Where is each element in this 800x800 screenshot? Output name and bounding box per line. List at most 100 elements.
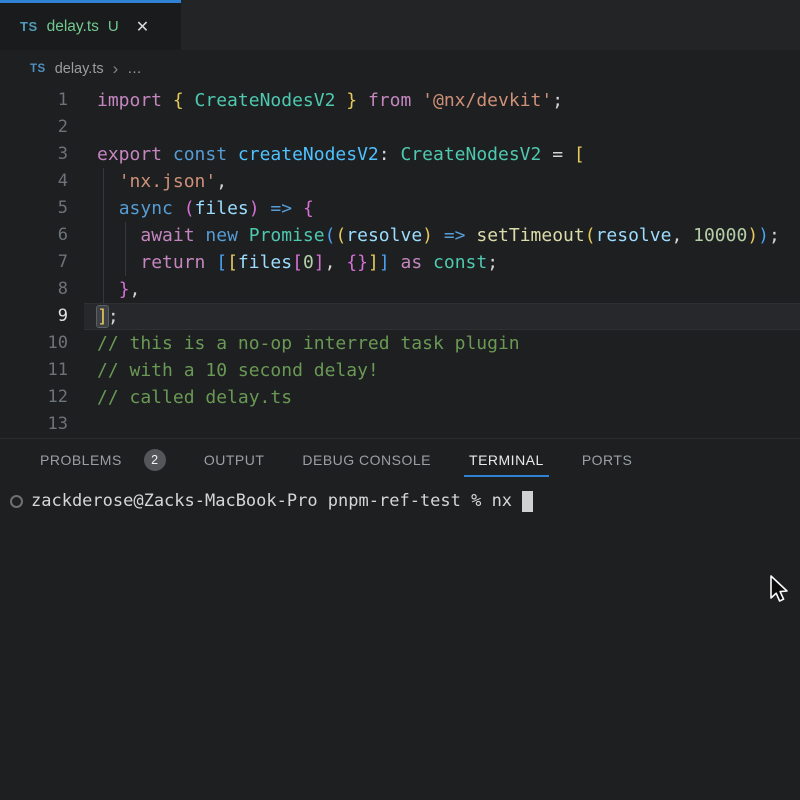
line-number: 8 bbox=[0, 276, 68, 303]
line-number: 6 bbox=[0, 222, 68, 249]
code-token: Promise bbox=[249, 225, 325, 246]
code-line-content: export const createNodesV2: CreateNodesV… bbox=[84, 141, 800, 168]
code-token: // called delay.ts bbox=[97, 387, 292, 408]
code-line[interactable]: 1import { CreateNodesV2 } from '@nx/devk… bbox=[0, 87, 800, 114]
code-token: from bbox=[357, 90, 422, 111]
code-token: ; bbox=[487, 252, 498, 273]
panel-tab-ports[interactable]: PORTS bbox=[582, 439, 632, 481]
line-number: 3 bbox=[0, 141, 68, 168]
code-token: const bbox=[173, 144, 238, 165]
panel-tab-problems[interactable]: PROBLEMS 2 bbox=[40, 439, 166, 481]
code-token: {} bbox=[346, 252, 368, 273]
code-token: resolve bbox=[346, 225, 422, 246]
code-token bbox=[97, 198, 119, 219]
indent-guide bbox=[103, 249, 104, 276]
code-token: ) bbox=[422, 225, 433, 246]
command-decoration-icon bbox=[10, 495, 23, 508]
code-editor[interactable]: 1import { CreateNodesV2 } from '@nx/devk… bbox=[0, 87, 800, 438]
code-line-content: ]; bbox=[84, 303, 800, 330]
code-token: ] bbox=[379, 252, 390, 273]
code-token: , bbox=[216, 171, 227, 192]
code-token: , bbox=[325, 252, 347, 273]
mouse-cursor bbox=[765, 574, 789, 604]
close-tab-icon[interactable]: ✕ bbox=[136, 17, 149, 37]
code-token: ; bbox=[108, 306, 119, 327]
code-token: [ bbox=[292, 252, 303, 273]
code-token bbox=[97, 279, 119, 300]
code-token: new bbox=[205, 225, 248, 246]
code-token: , bbox=[130, 279, 141, 300]
typescript-file-icon: TS bbox=[20, 19, 38, 34]
code-line[interactable]: 3 export const createNodesV2: CreateNodes… bbox=[0, 141, 800, 168]
code-line[interactable]: 2 bbox=[0, 114, 800, 141]
code-line[interactable]: 5 async (files) => { bbox=[0, 195, 800, 222]
line-number: 12 bbox=[0, 384, 68, 411]
code-lines: 1import { CreateNodesV2 } from '@nx/devk… bbox=[0, 87, 800, 438]
panel-tab-output[interactable]: OUTPUT bbox=[204, 439, 265, 481]
code-token: as bbox=[390, 252, 433, 273]
code-line-content: // with a 10 second delay! bbox=[84, 357, 800, 384]
panel-tab-label: PROBLEMS bbox=[40, 452, 122, 468]
breadcrumb[interactable]: TS delay.ts › … bbox=[0, 50, 800, 87]
tab-delay-ts[interactable]: TS delay.ts U ✕ bbox=[0, 0, 181, 50]
code-token: files bbox=[238, 252, 292, 273]
code-line[interactable]: 6 await new Promise((resolve) => setTime… bbox=[0, 222, 800, 249]
code-line[interactable]: 9]; bbox=[0, 303, 800, 330]
code-token: ; bbox=[769, 225, 780, 246]
git-status-untracked-badge: U bbox=[108, 18, 119, 35]
code-line-content bbox=[84, 411, 800, 438]
code-token: return bbox=[140, 252, 216, 273]
code-line-content: 'nx.json', bbox=[84, 168, 800, 195]
code-line-content bbox=[84, 114, 800, 141]
code-token: => bbox=[433, 225, 476, 246]
code-token: resolve bbox=[596, 225, 672, 246]
line-number: 13 bbox=[0, 411, 68, 438]
code-line-content: await new Promise((resolve) => setTimeou… bbox=[84, 222, 800, 249]
code-token: createNodesV2 bbox=[238, 144, 379, 165]
code-token: CreateNodesV2 bbox=[400, 144, 541, 165]
terminal[interactable]: zackderose@Zacks-MacBook-Pro pnpm-ref-te… bbox=[0, 489, 800, 513]
code-token: 10000 bbox=[693, 225, 747, 246]
code-line-content: // this is a no-op interred task plugin bbox=[84, 330, 800, 357]
code-token: CreateNodesV2 bbox=[195, 90, 336, 111]
code-token: // with a 10 second delay! bbox=[97, 360, 379, 381]
code-line[interactable]: 12 // called delay.ts bbox=[0, 384, 800, 411]
panel-tab-debug-console[interactable]: DEBUG CONSOLE bbox=[302, 439, 431, 481]
breadcrumb-symbol-ellipsis[interactable]: … bbox=[127, 61, 142, 77]
code-token: 0 bbox=[303, 252, 314, 273]
code-line[interactable]: 10 // this is a no-op interred task plugi… bbox=[0, 330, 800, 357]
panel-tab-label: TERMINAL bbox=[469, 452, 544, 468]
breadcrumb-file-name[interactable]: delay.ts bbox=[55, 61, 104, 77]
code-token: const bbox=[433, 252, 487, 273]
code-line[interactable]: 11// with a 10 second delay! bbox=[0, 357, 800, 384]
indent-guide bbox=[103, 168, 104, 195]
indent-guide bbox=[125, 249, 126, 276]
code-line-content: async (files) => { bbox=[84, 195, 800, 222]
terminal-cursor bbox=[522, 491, 533, 512]
code-token: [ bbox=[216, 252, 227, 273]
line-number: 2 bbox=[0, 114, 68, 141]
code-token: // this is a no-op interred task plugin bbox=[97, 333, 520, 354]
code-line[interactable]: 8 }, bbox=[0, 276, 800, 303]
code-token: ; bbox=[552, 90, 563, 111]
panel-tab-label: PORTS bbox=[582, 452, 632, 468]
code-token: files bbox=[195, 198, 249, 219]
line-number: 10 bbox=[0, 330, 68, 357]
code-line[interactable]: 7 return [[files[0], {}]] as const; bbox=[0, 249, 800, 276]
code-token: setTimeout bbox=[476, 225, 584, 246]
line-number: 7 bbox=[0, 249, 68, 276]
code-token: } bbox=[335, 90, 357, 111]
typescript-file-icon: TS bbox=[30, 63, 46, 75]
code-token: ( bbox=[585, 225, 596, 246]
code-token: ( bbox=[184, 198, 195, 219]
panel-tab-terminal[interactable]: TERMINAL bbox=[469, 439, 544, 481]
code-token: } bbox=[119, 279, 130, 300]
code-token: export bbox=[97, 144, 173, 165]
code-line-content: import { CreateNodesV2 } from '@nx/devki… bbox=[84, 87, 800, 114]
code-token bbox=[97, 171, 119, 192]
problems-count-badge: 2 bbox=[144, 449, 166, 471]
bottom-panel: PROBLEMS 2 OUTPUT DEBUG CONSOLE TERMINAL PORT… bbox=[0, 438, 800, 513]
code-line[interactable]: 4 'nx.json', bbox=[0, 168, 800, 195]
panel-tab-bar: PROBLEMS 2 OUTPUT DEBUG CONSOLE TERMINAL PORT… bbox=[0, 439, 800, 481]
code-line[interactable]: 13 bbox=[0, 411, 800, 438]
